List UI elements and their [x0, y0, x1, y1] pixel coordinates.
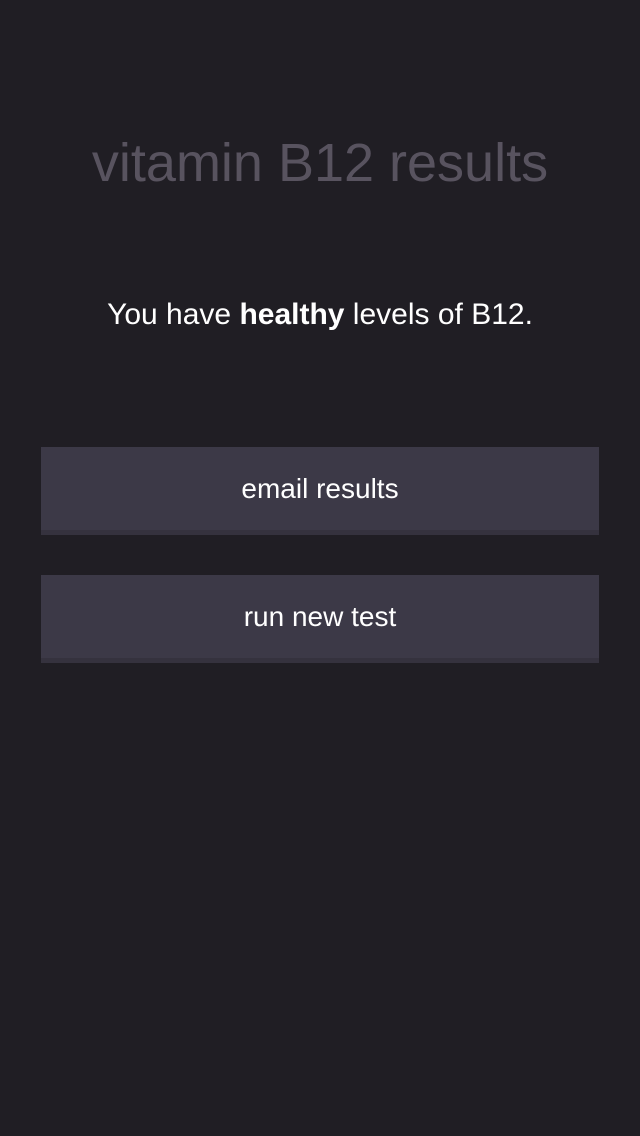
- run-new-test-button[interactable]: run new test: [41, 575, 599, 663]
- page-title: vitamin B12 results: [91, 133, 549, 193]
- result-status: healthy: [239, 298, 345, 331]
- result-suffix: levels of B12.: [344, 298, 533, 331]
- result-message: You have healthy levels of B12.: [0, 294, 640, 336]
- result-prefix: You have: [107, 298, 240, 331]
- results-screen: vitamin B12 results You have healthy lev…: [0, 0, 640, 1136]
- email-results-button[interactable]: email results: [41, 447, 599, 535]
